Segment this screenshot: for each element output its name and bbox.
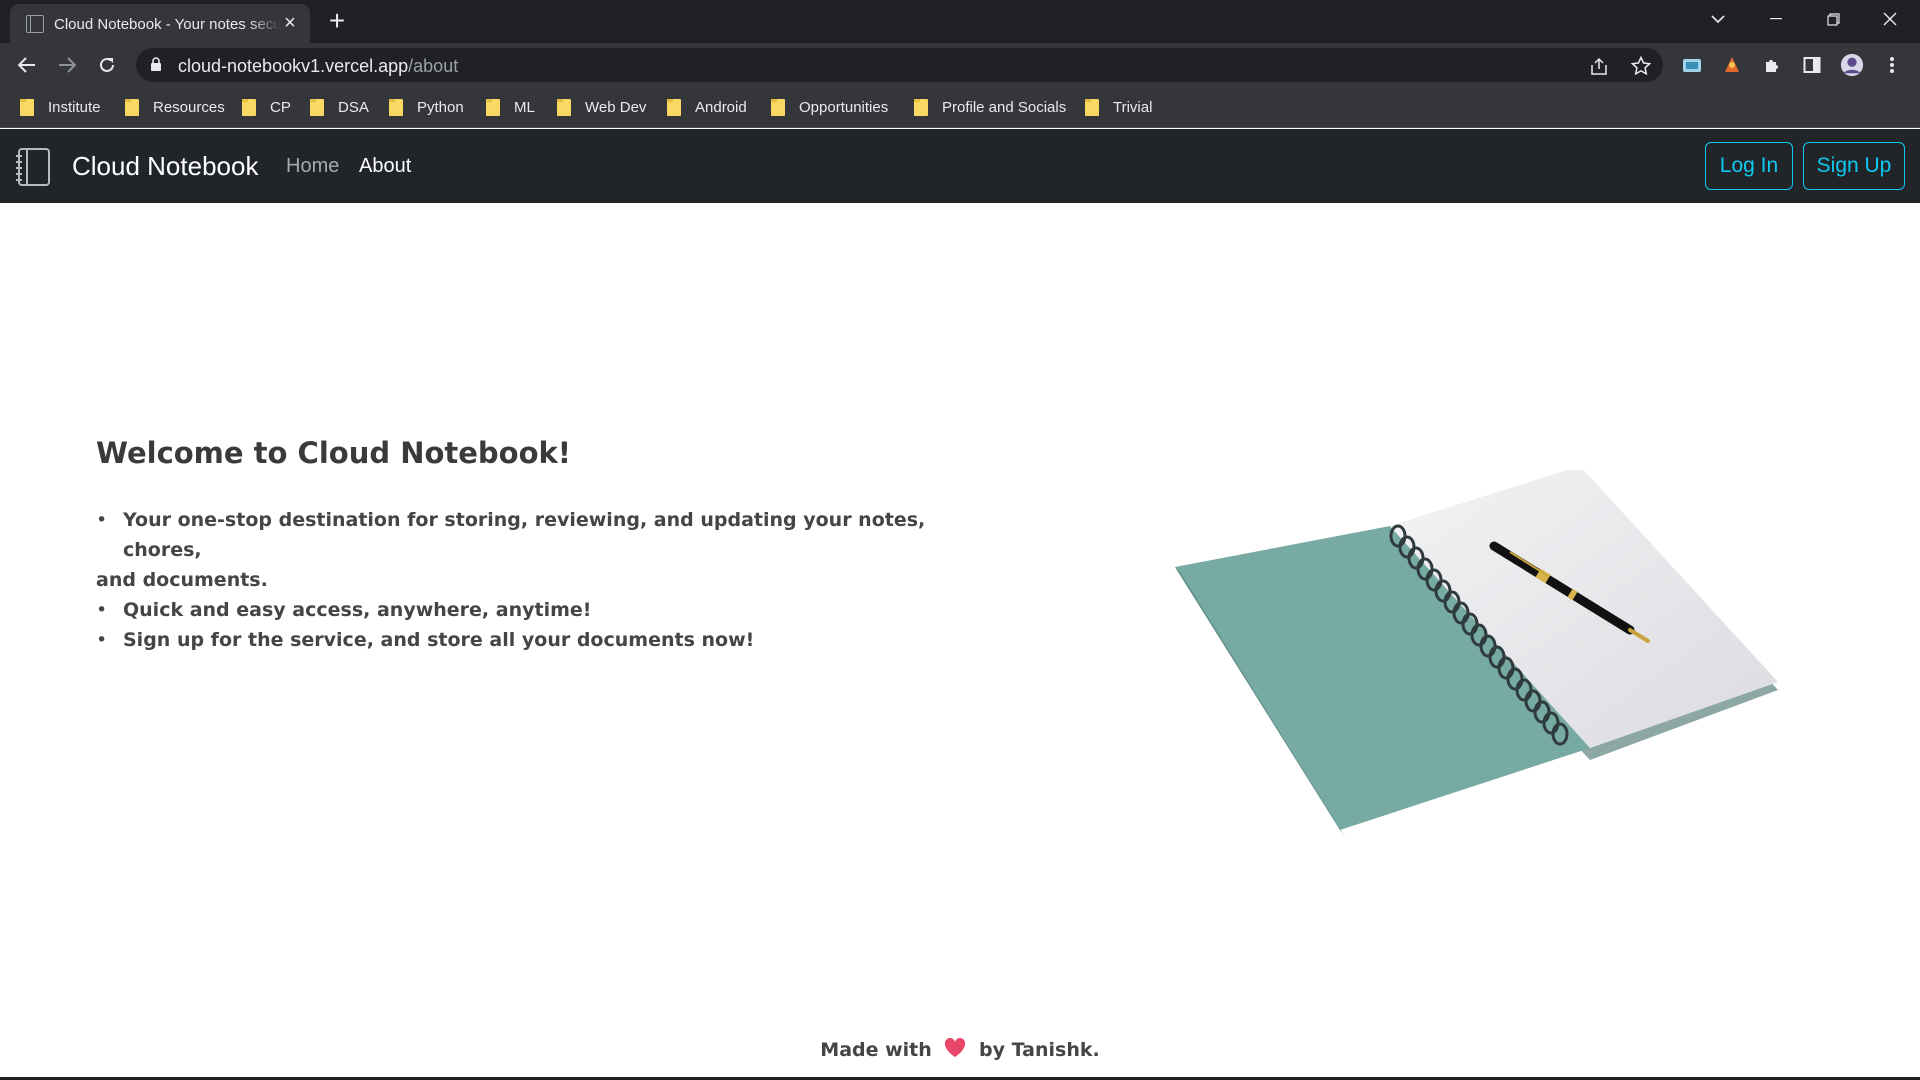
tab-title: Cloud Notebook - Your notes securely on … [54, 16, 282, 33]
list-item: Quick and easy access, anywhere, anytime… [96, 595, 926, 625]
feature-list: Your one-stop destination for storing, r… [96, 505, 926, 655]
notebook-favicon-icon [26, 15, 44, 33]
side-panel-icon[interactable] [1800, 53, 1824, 77]
bookmarks-bar: Institute Resources CP DSA Python ML Web… [0, 87, 1920, 128]
bookmark-folder[interactable]: Profile and Socials [914, 96, 1066, 118]
bookmark-label: Android [695, 98, 747, 116]
folder-icon [557, 98, 571, 116]
folder-icon [389, 98, 403, 116]
lock-icon[interactable] [150, 57, 162, 77]
url-text[interactable]: cloud-notebookv1.vercel.app/about [178, 56, 458, 77]
bookmark-folder[interactable]: Android [667, 96, 747, 118]
bookmark-label: DSA [338, 98, 369, 116]
folder-icon [242, 98, 256, 116]
footer-prefix: Made with [820, 1039, 932, 1061]
feature-text: and documents. [96, 569, 268, 591]
page-title: Welcome to Cloud Notebook! [96, 436, 572, 470]
bookmark-label: CP [270, 98, 291, 116]
feature-text: Sign up for the service, and store all y… [123, 629, 755, 651]
bookmark-label: Institute [48, 98, 101, 116]
forward-arrow-icon[interactable] [51, 49, 83, 81]
login-button[interactable]: Log In [1705, 142, 1793, 190]
folder-icon [310, 98, 324, 116]
heart-icon [944, 1037, 966, 1063]
bookmark-folder[interactable]: DSA [310, 96, 369, 118]
address-bar[interactable]: cloud-notebookv1.vercel.app/about [136, 48, 1663, 82]
notebook-illustration [1175, 470, 1778, 837]
bookmark-folder[interactable]: CP [242, 96, 291, 118]
browser-tab[interactable]: Cloud Notebook - Your notes securely on … [10, 4, 310, 43]
bookmark-label: Trivial [1113, 98, 1153, 116]
folder-icon [125, 98, 139, 116]
list-item: Sign up for the service, and store all y… [96, 625, 926, 655]
folder-icon [914, 98, 928, 116]
notebook-icon [16, 148, 52, 191]
nav-link-home[interactable]: Home [286, 155, 339, 178]
browser-toolbar: cloud-notebookv1.vercel.app/about [0, 43, 1920, 87]
signup-button[interactable]: Sign Up [1803, 142, 1905, 190]
share-icon[interactable] [1588, 55, 1610, 77]
list-item: Your one-stop destination for storing, r… [96, 505, 926, 595]
bookmark-folder[interactable]: Web Dev [557, 96, 646, 118]
footer-suffix: by Tanishk. [979, 1039, 1100, 1061]
bookmark-label: Opportunities [799, 98, 889, 116]
bookmark-label: Web Dev [585, 98, 647, 116]
restore-icon[interactable] [1805, 0, 1861, 38]
bookmark-label: Python [417, 98, 464, 116]
folder-icon [20, 98, 34, 116]
bookmark-folder[interactable]: ML [486, 96, 535, 118]
nav-link-about[interactable]: About [359, 155, 411, 178]
back-arrow-icon[interactable] [11, 49, 43, 81]
url-host: cloud-notebookv1.vercel.app [178, 56, 409, 76]
folder-icon [1085, 98, 1099, 116]
star-icon[interactable] [1630, 55, 1652, 77]
new-tab-button[interactable]: + [322, 6, 352, 36]
feature-text: Your one-stop destination for storing, r… [123, 509, 926, 561]
close-window-icon[interactable] [1862, 0, 1918, 38]
bookmark-label: Profile and Socials [942, 98, 1067, 116]
kebab-menu-icon[interactable] [1880, 53, 1904, 77]
tab-close-icon[interactable]: × [280, 13, 300, 33]
footer: Made with by Tanishk. [0, 1037, 1920, 1063]
minimize-icon[interactable] [1748, 0, 1804, 38]
bookmark-folder[interactable]: Opportunities [771, 96, 888, 118]
browser-tab-strip: Cloud Notebook - Your notes securely on … [0, 0, 1920, 43]
bookmark-folder[interactable]: Trivial [1085, 96, 1152, 118]
url-path: /about [408, 56, 459, 76]
reload-icon[interactable] [91, 49, 123, 81]
app-navbar: Cloud Notebook Home About Log In Sign Up [0, 129, 1920, 203]
bookmark-label: Resources [153, 98, 225, 116]
avatar[interactable] [1840, 53, 1864, 77]
feature-text: Quick and easy access, anywhere, anytime… [123, 599, 592, 621]
extension-icon[interactable] [1680, 53, 1704, 77]
tab-search-icon[interactable] [1690, 0, 1746, 38]
brand-link[interactable]: Cloud Notebook [72, 151, 258, 182]
puzzle-icon[interactable] [1760, 53, 1784, 77]
folder-icon [667, 98, 681, 116]
extension-icon[interactable] [1720, 53, 1744, 77]
bookmark-folder[interactable]: Institute [20, 96, 101, 118]
folder-icon [771, 98, 785, 116]
bookmark-label: ML [514, 98, 535, 116]
folder-icon [486, 98, 500, 116]
bookmark-folder[interactable]: Python [389, 96, 464, 118]
bookmark-folder[interactable]: Resources [125, 96, 225, 118]
